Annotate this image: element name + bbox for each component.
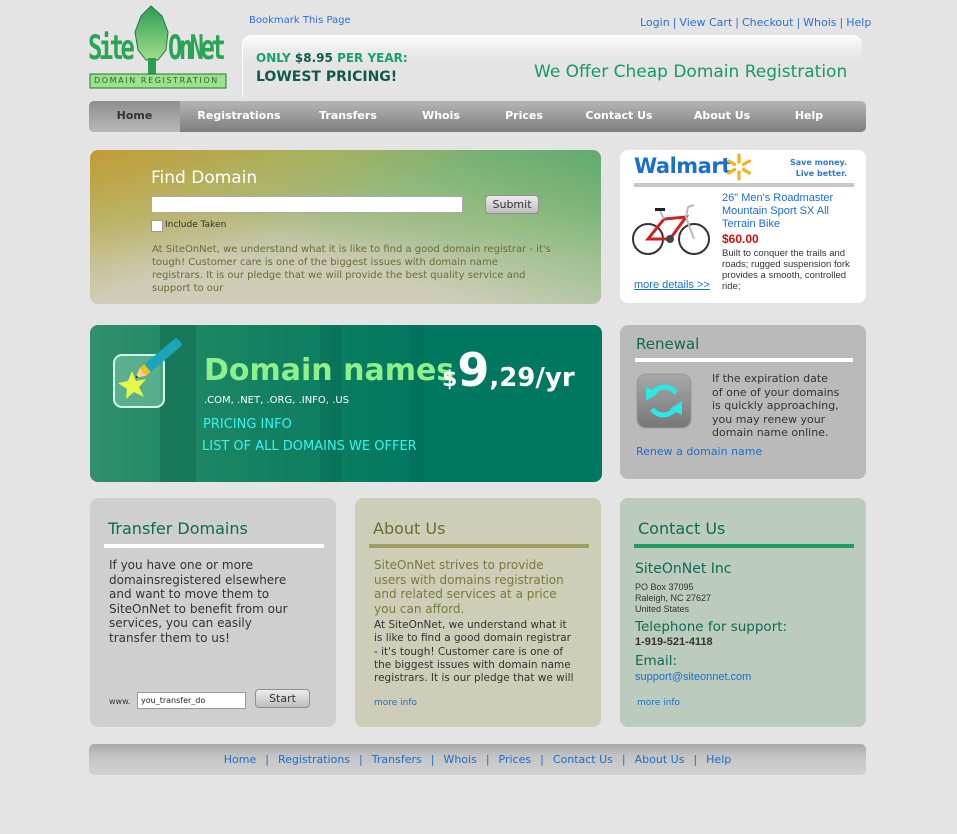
- walmart-spark-icon: [726, 153, 751, 181]
- walmart-slogan: Save money. Live better.: [790, 157, 847, 179]
- include-taken-checkbox[interactable]: [151, 220, 163, 232]
- bike-product-image[interactable]: [630, 197, 712, 265]
- pencil-star-icon: [113, 338, 182, 408]
- refresh-icon: [636, 373, 692, 429]
- walmart-ad[interactable]: Walmart Save money. Live better. 26" Men…: [620, 150, 866, 303]
- promo-tlds: .COM, .NET, .ORG, .INFO, .US: [204, 395, 349, 406]
- contact-more-info-link[interactable]: more info: [637, 698, 680, 708]
- domain-search-input[interactable]: [151, 196, 463, 213]
- contact-us-panel: Contact Us SiteOnNet Inc PO Box 37095 Ra…: [620, 498, 866, 727]
- footer-transfers-link[interactable]: Transfers: [372, 753, 422, 766]
- footer-whois-link[interactable]: Whois: [443, 753, 476, 766]
- tagline: We Offer Cheap Domain Registration: [534, 62, 848, 82]
- more-details-link[interactable]: more details >>: [634, 279, 710, 291]
- nav-whois[interactable]: Whois: [398, 101, 484, 132]
- telephone-number: 1-919-521-4118: [635, 636, 713, 648]
- email-label: Email:: [635, 653, 678, 669]
- company-name: SiteOnNet Inc: [635, 561, 732, 577]
- walmart-logo: Walmart: [634, 154, 731, 178]
- renewal-panel: Renewal If the expiration date of one of…: [620, 325, 866, 479]
- about-text: At SiteOnNet, we understand what it is l…: [374, 619, 574, 685]
- find-submit-button[interactable]: Submit: [485, 195, 539, 214]
- promo-price: $8.95: [294, 51, 333, 65]
- forest-tree-decoration: [410, 325, 424, 482]
- nav-home[interactable]: Home: [89, 101, 180, 132]
- nav-transfers[interactable]: Transfers: [298, 101, 398, 132]
- footer-contact-us-link[interactable]: Contact Us: [553, 753, 613, 766]
- logo-word-site: Site: [88, 28, 135, 68]
- footer-prices-link[interactable]: Prices: [499, 753, 532, 766]
- help-link[interactable]: Help: [846, 16, 871, 29]
- about-divider: [369, 544, 589, 548]
- transfer-domain-input[interactable]: [137, 692, 246, 709]
- about-more-info-link[interactable]: more info: [374, 698, 417, 708]
- find-domain-title: Find Domain: [151, 168, 258, 188]
- www-prefix: www.: [109, 697, 131, 706]
- logo-word-onnet: OnNet: [168, 28, 226, 68]
- nav-contact-us[interactable]: Contact Us: [564, 101, 674, 132]
- price-rest: ,29/yr: [489, 363, 575, 393]
- about-title: About Us: [373, 519, 446, 538]
- address-line-3: United States: [635, 604, 690, 614]
- slogan-line-1: Save money.: [790, 158, 848, 167]
- include-taken-label: Include Taken: [165, 220, 227, 230]
- telephone-label: Telephone for support:: [635, 619, 788, 635]
- footer-about-us-link[interactable]: About Us: [635, 753, 685, 766]
- renewal-title: Renewal: [636, 335, 700, 353]
- ad-description: Built to conquer the trails and roads; r…: [722, 248, 850, 292]
- footer-home-link[interactable]: Home: [224, 753, 256, 766]
- about-intro: SiteOnNet strives to provide users with …: [374, 558, 564, 616]
- nav-registrations[interactable]: Registrations: [180, 101, 298, 132]
- checkout-link[interactable]: Checkout: [742, 16, 793, 29]
- renewal-divider: [635, 358, 853, 362]
- promo-domain-price: $9,29/yr: [442, 343, 575, 397]
- find-domain-panel: Find Domain Submit Include Taken At Site…: [90, 150, 601, 304]
- transfer-text: If you have one or more domainsregistere…: [109, 558, 288, 645]
- transfer-divider: [104, 544, 324, 548]
- address-line-2: Raleigh, NC 27627: [635, 593, 712, 603]
- promo-lowest-pricing: LOWEST PRICING!: [256, 69, 398, 85]
- site-logo[interactable]: Site OnNet DOMAIN REGISTRATION: [88, 4, 228, 92]
- top-links: Login | View Cart | Checkout | Whois | Help: [640, 16, 872, 29]
- transfer-start-button[interactable]: Start: [255, 689, 310, 708]
- contact-title: Contact Us: [638, 519, 726, 538]
- footer-registrations-link[interactable]: Registrations: [278, 753, 350, 766]
- promo-per-year: PER YEAR:: [337, 51, 408, 65]
- transfer-title: Transfer Domains: [108, 519, 248, 538]
- footer-help-link[interactable]: Help: [706, 753, 731, 766]
- transfer-domains-panel: Transfer Domains If you have one or more…: [90, 498, 336, 727]
- pricing-info-link[interactable]: PRICING INFO: [203, 417, 292, 432]
- promo-only-text: ONLY: [256, 51, 291, 65]
- domain-names-promo: Domain names $9,29/yr .COM, .NET, .ORG, …: [90, 325, 602, 482]
- promo-price-line: ONLY $8.95 PER YEAR:: [256, 51, 408, 65]
- nav-help[interactable]: Help: [770, 101, 848, 132]
- whois-link[interactable]: Whois: [803, 16, 836, 29]
- price-currency: $: [442, 367, 458, 392]
- logo-subtitle: DOMAIN REGISTRATION: [94, 76, 219, 85]
- find-domain-description: At SiteOnNet, we understand what it is l…: [152, 244, 551, 294]
- footer-nav: Home | Registrations | Transfers | Whois | P…: [89, 744, 866, 775]
- nav-about-us[interactable]: About Us: [674, 101, 770, 132]
- price-major: 9: [457, 343, 490, 397]
- login-link[interactable]: Login: [640, 16, 670, 29]
- renew-domain-link[interactable]: Renew a domain name: [636, 445, 762, 458]
- domains-list-link[interactable]: LIST OF ALL DOMAINS WE OFFER: [202, 439, 417, 454]
- ad-price: $60.00: [722, 232, 759, 246]
- contact-divider: [634, 544, 854, 548]
- nav-prices[interactable]: Prices: [484, 101, 564, 132]
- ad-divider: [634, 183, 854, 187]
- promo-title: Domain names: [204, 353, 455, 388]
- renewal-text: If the expiration date of one of your do…: [712, 372, 840, 439]
- slogan-line-2: Live better.: [795, 169, 848, 178]
- bookmark-link[interactable]: Bookmark This Page: [249, 15, 351, 26]
- main-nav: Home Registrations Transfers Whois Price…: [89, 101, 866, 132]
- view-cart-link[interactable]: View Cart: [679, 16, 732, 29]
- about-us-panel: About Us SiteOnNet strives to provide us…: [355, 498, 601, 727]
- support-email-link[interactable]: support@siteonnet.com: [635, 671, 751, 683]
- address-line-1: PO Box 37095: [635, 582, 694, 592]
- company-address: PO Box 37095 Raleigh, NC 27627 United St…: [635, 582, 711, 615]
- ad-product-title[interactable]: 26" Men's Roadmaster Mountain Sport SX A…: [722, 192, 862, 231]
